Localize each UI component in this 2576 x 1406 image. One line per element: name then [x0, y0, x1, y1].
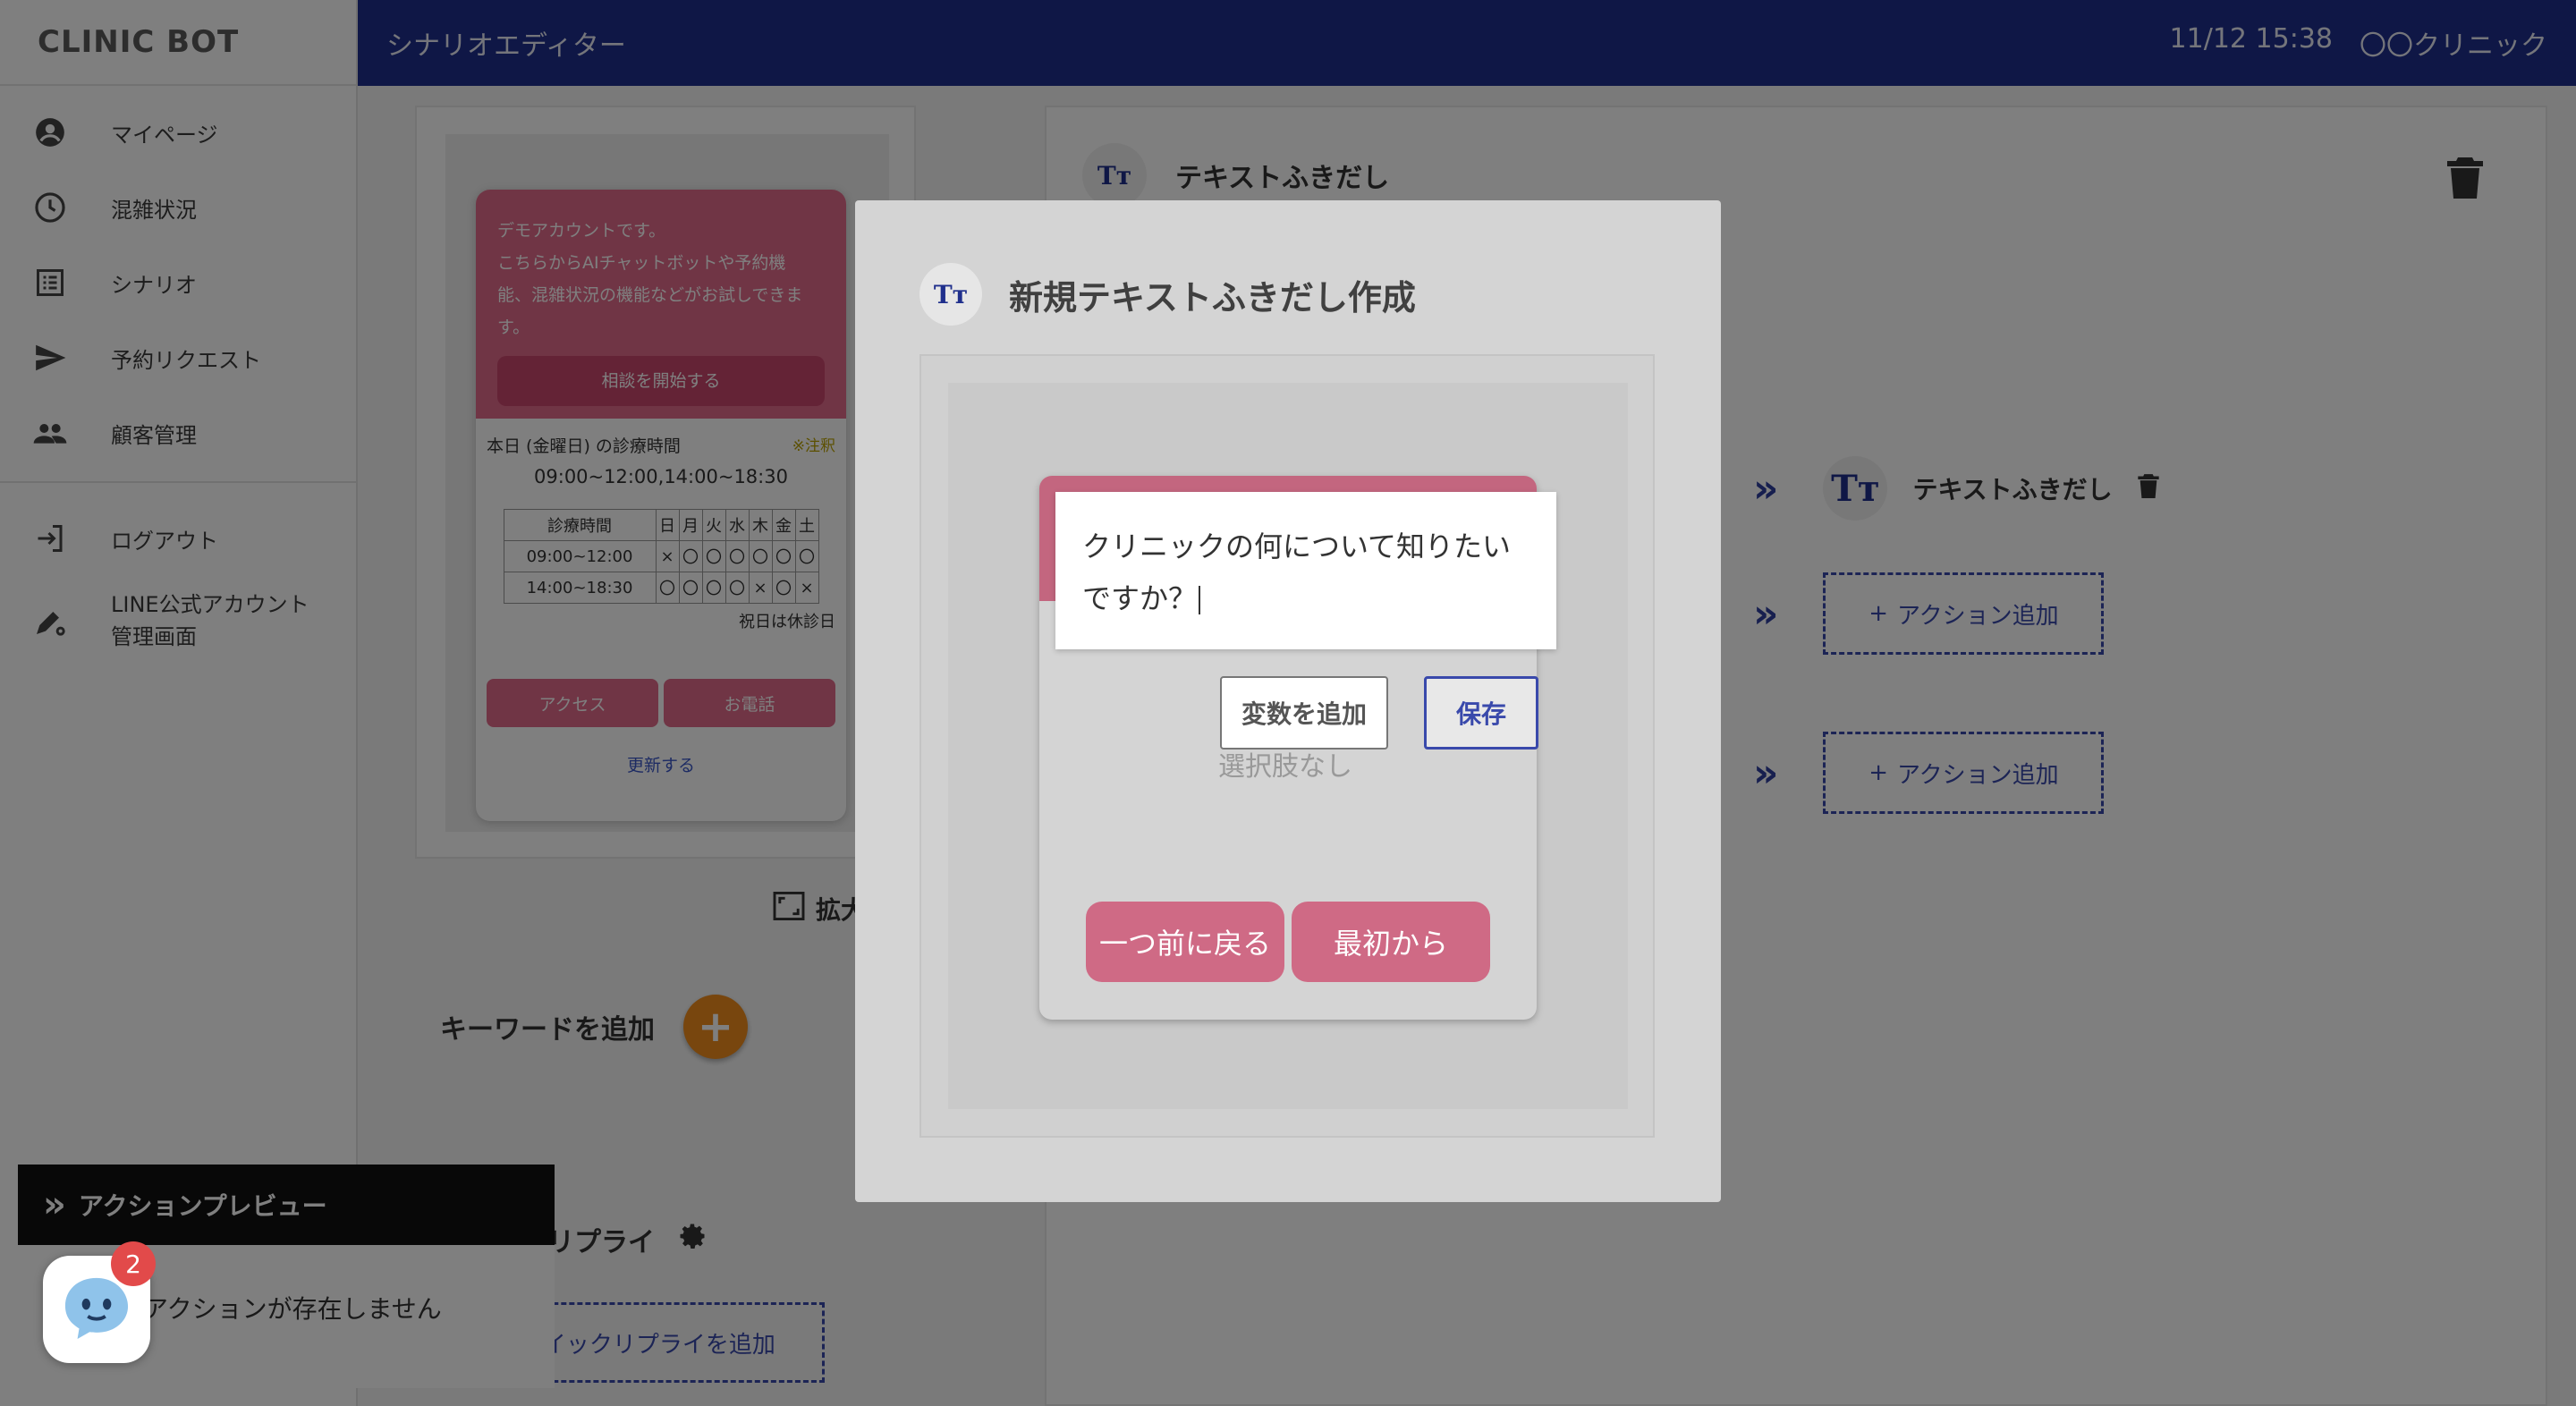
notification-badge: 2: [111, 1241, 156, 1286]
back-button[interactable]: 一つ前に戻る: [1086, 902, 1284, 982]
bubble-text-input[interactable]: クリニックの何について知りたい ですか？: [1055, 492, 1556, 649]
modal-header: Tт 新規テキストふきだし作成: [919, 263, 1416, 326]
text-caret: [1199, 586, 1201, 614]
save-button[interactable]: 保存: [1424, 676, 1538, 750]
restart-button[interactable]: 最初から: [1292, 902, 1490, 982]
no-options-text: 選択肢なし: [1218, 751, 1352, 783]
add-variable-button[interactable]: 変数を追加: [1220, 676, 1388, 750]
chatbot-face-icon: [62, 1275, 131, 1344]
modal-title: 新規テキストふきだし作成: [1009, 277, 1416, 318]
text-type-icon: Tт: [919, 263, 982, 326]
